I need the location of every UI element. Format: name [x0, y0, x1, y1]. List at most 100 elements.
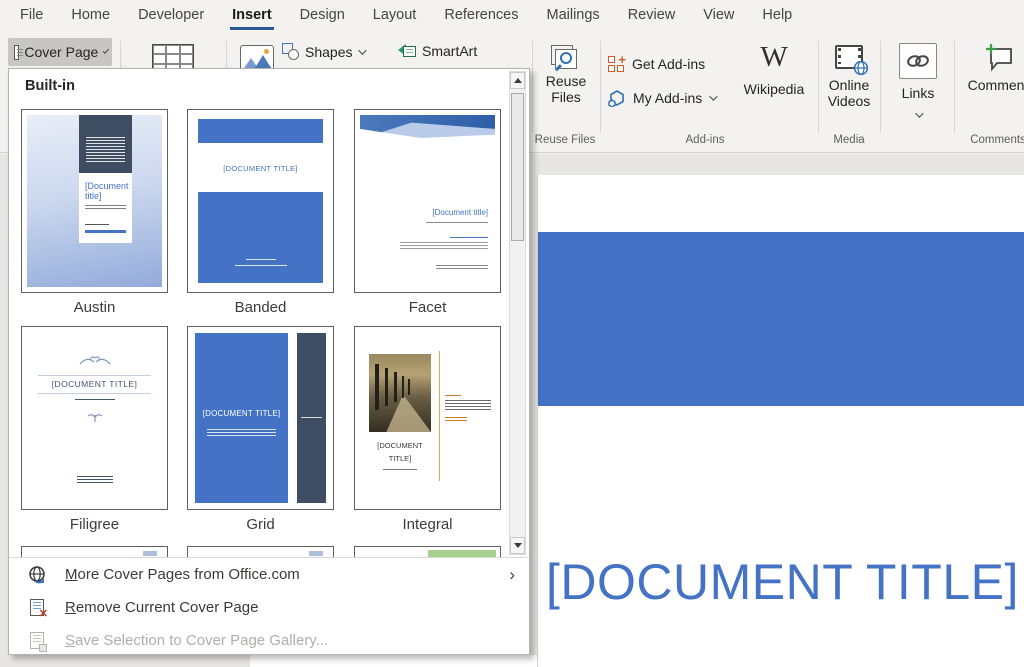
scroll-up-button[interactable]	[510, 72, 525, 89]
scrollbar-thumb[interactable]	[511, 93, 524, 241]
flourish-icon	[22, 353, 167, 371]
links-button[interactable]: Links	[886, 43, 950, 123]
gallery-scrollbar[interactable]	[509, 71, 526, 555]
wikipedia-label: Wikipedia	[732, 81, 816, 97]
tab-file[interactable]: File	[6, 0, 57, 31]
text-lines	[436, 265, 488, 270]
shapes-button[interactable]: Shapes	[282, 43, 364, 60]
chevron-down-icon	[359, 46, 367, 54]
tab-developer[interactable]: Developer	[124, 0, 218, 31]
smartart-icon	[398, 44, 416, 59]
integral-title: [DOCUMENT TITLE]	[359, 439, 441, 465]
tab-references[interactable]: References	[430, 0, 532, 31]
cover-page-label: Cover Page	[24, 44, 98, 60]
text-lines	[445, 417, 467, 423]
grid-dark-panel	[297, 333, 326, 503]
document-title-text[interactable]: [DOCUMENT TITLE]	[546, 553, 1019, 611]
scroll-down-icon	[514, 543, 522, 548]
cover-option-partial[interactable]	[21, 546, 168, 557]
get-addins-label: Get Add-ins	[632, 56, 705, 72]
text-lines	[400, 242, 488, 249]
rule-line	[38, 375, 151, 376]
scroll-down-button[interactable]	[510, 537, 525, 554]
cover-name-facet: Facet	[354, 299, 501, 316]
cover-name-integral: Integral	[354, 516, 501, 533]
tab-layout[interactable]: Layout	[359, 0, 431, 31]
menu-label: Remove Current Cover Page	[65, 599, 258, 616]
text-lines	[445, 395, 461, 397]
sun-icon	[264, 49, 269, 54]
tab-review[interactable]: Review	[614, 0, 690, 31]
chevron-down-icon	[915, 109, 923, 117]
chevron-down-icon	[103, 48, 109, 54]
reuse-files-button[interactable]: Reuse Files	[534, 45, 598, 105]
text-lines	[235, 265, 287, 267]
integral-divider	[439, 351, 440, 481]
get-addins-button[interactable]: + Get Add-ins	[608, 51, 705, 77]
tab-design[interactable]: Design	[286, 0, 359, 31]
tab-insert[interactable]: Insert	[218, 0, 286, 31]
shapes-label: Shapes	[305, 44, 352, 60]
banded-top-bar	[198, 119, 323, 143]
cover-name-grid: Grid	[187, 516, 334, 533]
text-lines	[301, 417, 322, 419]
online-videos-button[interactable]: Online Videos	[820, 45, 878, 109]
reuse-files-label-2: Files	[534, 89, 598, 105]
banded-thumbnail: [DOCUMENT TITLE]	[187, 109, 334, 293]
online-videos-icon	[835, 45, 863, 69]
menu-item-save-selection[interactable]: Save Selection to Cover Page Gallery...	[9, 624, 529, 657]
austin-dark-box	[79, 115, 132, 173]
austin-rule	[85, 230, 126, 233]
document-page[interactable]: [DOCUMENT TITLE]	[537, 175, 1024, 667]
group-label-addins: Add-ins	[640, 134, 770, 146]
text-lines	[445, 400, 491, 412]
cover-option-partial[interactable]	[354, 546, 501, 557]
my-addins-button[interactable]: My Add-ins	[608, 85, 715, 111]
text-lines	[450, 237, 488, 239]
online-videos-label-1: Online	[820, 77, 878, 93]
links-label: Links	[886, 85, 950, 101]
integral-thumbnail: [DOCUMENT TITLE]	[354, 326, 501, 510]
smartart-button[interactable]: SmartArt	[398, 43, 477, 59]
get-addins-icon: +	[608, 56, 625, 73]
save-selection-icon	[27, 632, 47, 649]
cover-name-banded: Banded	[187, 299, 334, 316]
text-lines	[85, 224, 109, 227]
globe-download-icon	[27, 565, 47, 585]
austin-title: [Document title]	[79, 173, 132, 201]
tab-home[interactable]: Home	[57, 0, 124, 31]
wikipedia-button[interactable]: W Wikipedia	[732, 41, 816, 97]
cover-page-gallery-dropdown: Built-in [Document title] Austin [DOCUME…	[8, 68, 530, 655]
integral-photo	[369, 354, 431, 432]
menu-item-remove-cover-page[interactable]: ✕ Remove Current Cover Page	[9, 591, 529, 624]
grid-thumbnail: [DOCUMENT TITLE]	[187, 326, 334, 510]
partial-green-band	[428, 550, 497, 557]
facet-header-graphic	[360, 115, 495, 139]
menu-label: Save Selection to Cover Page Gallery...	[65, 632, 328, 649]
menu-item-more-cover-pages[interactable]: More Cover Pages from Office.com ›	[9, 558, 529, 591]
text-lines	[85, 205, 126, 209]
grid-blue-panel: [DOCUMENT TITLE]	[195, 333, 288, 503]
ribbon-separator	[600, 41, 601, 133]
active-tab-underline	[230, 27, 274, 31]
rule-line	[38, 393, 151, 394]
my-addins-label: My Add-ins	[633, 90, 702, 106]
cover-option-partial[interactable]	[187, 546, 334, 557]
word-window: File Home Developer Insert Design Layout…	[0, 0, 1024, 667]
ribbon-separator	[818, 41, 819, 133]
banded-title: [DOCUMENT TITLE]	[188, 164, 333, 173]
smartart-label: SmartArt	[422, 43, 477, 59]
tab-mailings[interactable]: Mailings	[533, 0, 614, 31]
austin-strip: [Document title]	[79, 115, 132, 243]
new-comment-button[interactable]: Comment	[958, 43, 1024, 93]
text-lines	[207, 429, 276, 436]
cover-page-button[interactable]: Cover Page	[8, 38, 112, 66]
facet-thumbnail: [Document title]	[354, 109, 501, 293]
chevron-down-icon	[709, 92, 717, 100]
remove-page-icon: ✕	[27, 599, 47, 616]
grid-title: [DOCUMENT TITLE]	[195, 409, 288, 418]
scroll-up-icon	[514, 78, 522, 83]
menu-label: More Cover Pages from Office.com	[65, 566, 300, 583]
tab-view[interactable]: View	[689, 0, 748, 31]
tab-help[interactable]: Help	[748, 0, 806, 31]
